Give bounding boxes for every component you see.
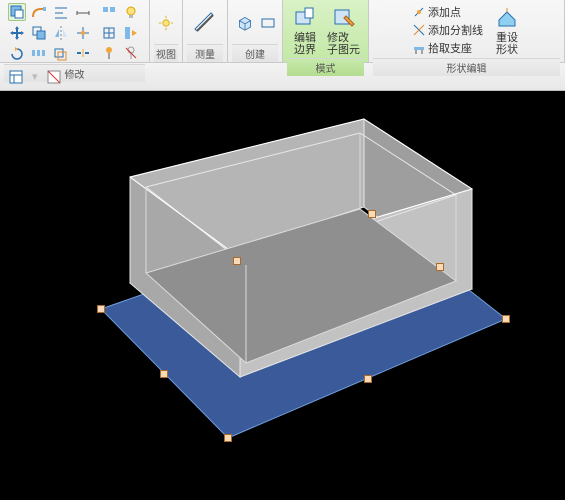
- properties-icon[interactable]: [7, 68, 25, 86]
- edit-boundary-icon: [292, 5, 318, 31]
- handle[interactable]: [502, 315, 510, 323]
- modify-sub-btn[interactable]: 修改 子图元: [323, 2, 364, 58]
- edit-boundary-label: 编辑 边界: [294, 32, 316, 56]
- viewport-3d[interactable]: [0, 91, 565, 500]
- pick-supports-icon: [411, 40, 427, 56]
- select-icon[interactable]: [8, 3, 26, 21]
- measure-btn[interactable]: [187, 7, 223, 39]
- model-canvas: [0, 91, 565, 500]
- panel-modify: 修改: [0, 0, 150, 62]
- handle[interactable]: [160, 370, 168, 378]
- add-point-btn[interactable]: 添加点: [408, 3, 485, 21]
- panel-measure: 测量: [183, 0, 228, 62]
- align2-icon[interactable]: [100, 4, 118, 22]
- modify-sub-label: 修改 子图元: [327, 32, 360, 56]
- unpin-icon[interactable]: [122, 44, 140, 62]
- box-icon[interactable]: [233, 11, 257, 35]
- add-split-line-label: 添加分割线: [428, 22, 483, 38]
- rect-icon[interactable]: [259, 14, 277, 32]
- panel-label-mode: 模式: [287, 58, 364, 76]
- grid-icon[interactable]: [100, 24, 118, 42]
- dimension-icon[interactable]: [74, 4, 92, 22]
- filter-icon[interactable]: [45, 68, 63, 86]
- add-split-line-btn[interactable]: 添加分割线: [408, 21, 485, 39]
- panel-mode: 编辑 边界 修改 子图元 模式: [283, 0, 369, 62]
- panel-label-shape-edit: 形状编辑: [373, 58, 560, 76]
- panel-create: 创建: [228, 0, 283, 62]
- move-icon[interactable]: [8, 24, 26, 42]
- match-icon[interactable]: [122, 24, 140, 42]
- panel-label-create: 创建: [232, 44, 278, 62]
- edit-boundary-btn[interactable]: 编辑 边界: [287, 2, 323, 58]
- trim-icon[interactable]: [74, 24, 92, 42]
- pick-supports-label: 拾取支座: [428, 40, 472, 56]
- pin-icon[interactable]: [100, 44, 118, 62]
- sun-icon[interactable]: [155, 12, 177, 34]
- offset-icon[interactable]: [52, 44, 70, 62]
- reset-shape-icon: [494, 5, 520, 31]
- split-icon[interactable]: [74, 44, 92, 62]
- ruler-icon: [192, 10, 218, 36]
- add-point-icon: [411, 4, 427, 20]
- add-split-line-icon: [411, 22, 427, 38]
- align-icon[interactable]: [52, 4, 70, 22]
- panel-shape-edit: 添加点 添加分割线 拾取支座 重设 形状 形状编辑: [369, 0, 565, 62]
- panel-label-measure: 测量: [187, 44, 223, 62]
- handle[interactable]: [436, 263, 444, 271]
- modify-sub-icon: [331, 5, 357, 31]
- copy-icon[interactable]: [30, 24, 48, 42]
- ribbon: 修改 视图 测量 创建 编辑 边界: [0, 0, 565, 63]
- handle[interactable]: [224, 434, 232, 442]
- panel-view: 视图: [150, 0, 183, 62]
- pick-supports-btn[interactable]: 拾取支座: [408, 39, 485, 57]
- reset-shape-label: 重设 形状: [496, 32, 518, 56]
- pipe-icon[interactable]: [30, 4, 48, 22]
- array-icon[interactable]: [30, 44, 48, 62]
- handle[interactable]: [233, 257, 241, 265]
- handle[interactable]: [364, 375, 372, 383]
- reset-shape-btn[interactable]: 重设 形状: [489, 2, 525, 58]
- add-point-label: 添加点: [428, 4, 461, 20]
- handle[interactable]: [368, 210, 376, 218]
- rotate-icon[interactable]: [8, 45, 26, 63]
- handle[interactable]: [97, 305, 105, 313]
- lightbulb-icon[interactable]: [122, 4, 140, 22]
- panel-label-view: 视图: [154, 44, 178, 62]
- mirror-icon[interactable]: [52, 24, 70, 42]
